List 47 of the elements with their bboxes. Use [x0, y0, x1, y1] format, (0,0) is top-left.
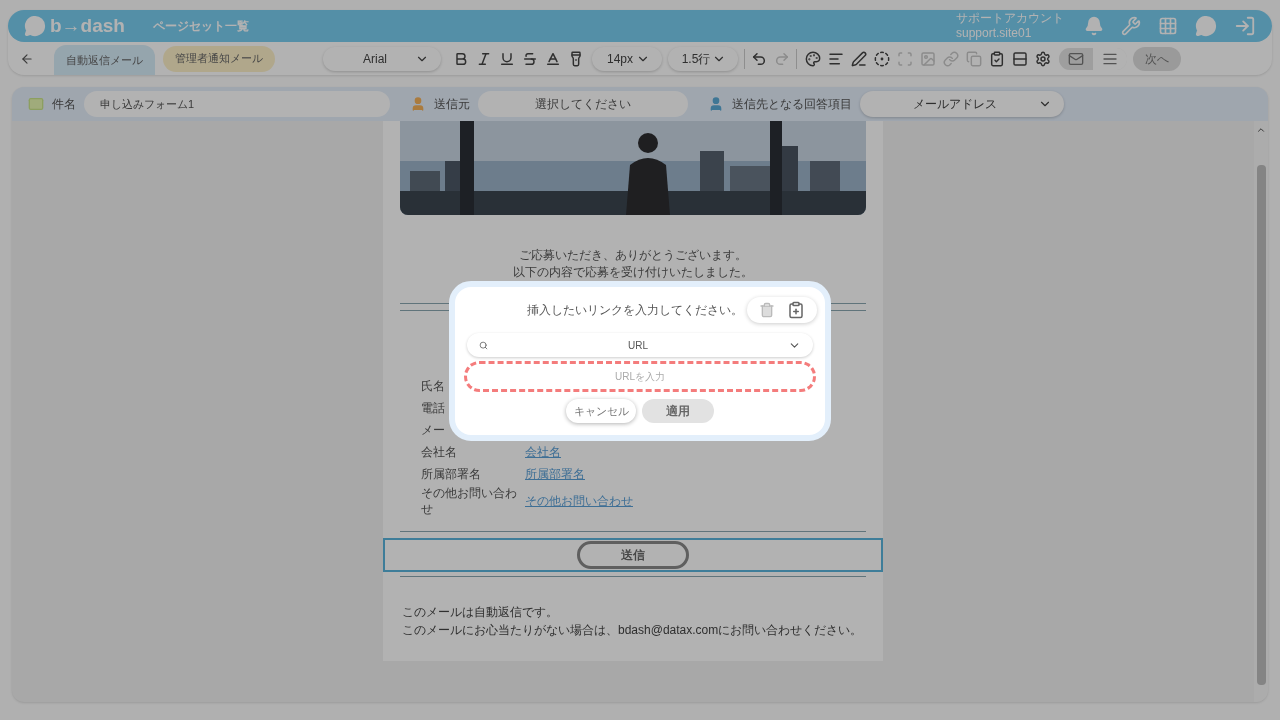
sender-field[interactable]: 選択してください	[478, 91, 688, 117]
placeholder-link[interactable]: 所属部署名	[525, 465, 585, 483]
subject-field[interactable]: 申し込みフォーム1	[84, 91, 390, 117]
placeholder-link[interactable]: 会社名	[525, 443, 561, 461]
scroll-up-icon	[1256, 125, 1266, 135]
person-icon	[410, 96, 426, 112]
tab[interactable]: 自動返信メール	[54, 45, 155, 75]
search-icon	[479, 340, 488, 350]
tab[interactable]: 管理者通知メール	[163, 45, 275, 72]
recipient-label: 送信先となる回答項目	[732, 96, 852, 113]
account-name: サポートアカウント	[956, 11, 1064, 26]
font-size-select[interactable]: 14px	[592, 46, 662, 71]
dialog-title: 挿入したいリンクを入力してください。	[527, 302, 743, 319]
person-icon	[708, 96, 724, 112]
greeting-text: 以下の内容で応募を受け付けいたしました。	[513, 264, 753, 281]
field-label: 電話	[421, 400, 446, 416]
account-id: support.site01	[956, 26, 1033, 41]
recipient-select[interactable]: メールアドレス	[860, 91, 1064, 117]
link-type-select[interactable]: URL	[467, 333, 813, 357]
submit-block[interactable]: 送信	[383, 538, 883, 572]
field-label: メー	[421, 422, 446, 438]
cancel-button[interactable]: キャンセル	[566, 399, 636, 423]
logo: b→dash	[50, 13, 125, 38]
scrollbar[interactable]	[1254, 121, 1268, 702]
logo-icon	[24, 15, 46, 37]
field-label: 所属部署名	[421, 466, 482, 482]
wrench-icon	[1121, 16, 1141, 36]
submit-button[interactable]: 送信	[577, 541, 689, 569]
clipboard-plus-icon[interactable]	[787, 301, 805, 319]
line-height-select[interactable]: 1.5行	[668, 46, 738, 71]
field-label: 氏名	[421, 378, 446, 394]
apps-icon	[1158, 16, 1178, 36]
subject-label: 件名	[52, 96, 76, 113]
field-label: 会社名	[421, 444, 458, 460]
notification-icon	[1084, 16, 1104, 36]
footer-text: このメールにお心当たりがない場合は、bdash@datax.comにお問い合わせください。	[402, 622, 864, 639]
chat-icon	[1195, 15, 1217, 37]
sender-label: 送信元	[434, 96, 470, 113]
scroll-thumb[interactable]	[1256, 165, 1266, 685]
placeholder-link[interactable]: その他お問い合わせ	[525, 492, 633, 510]
back-icon	[20, 51, 34, 66]
font-select[interactable]: Arial	[323, 46, 441, 71]
greeting-text: ご応募いただき、ありがとうございます。	[519, 247, 747, 264]
url-field[interactable]: URLを入力	[464, 361, 816, 392]
logout-icon	[1234, 15, 1256, 37]
footer-text: このメールは自動返信です。	[402, 604, 559, 621]
field-label: その他お問い合わせ	[421, 485, 518, 517]
